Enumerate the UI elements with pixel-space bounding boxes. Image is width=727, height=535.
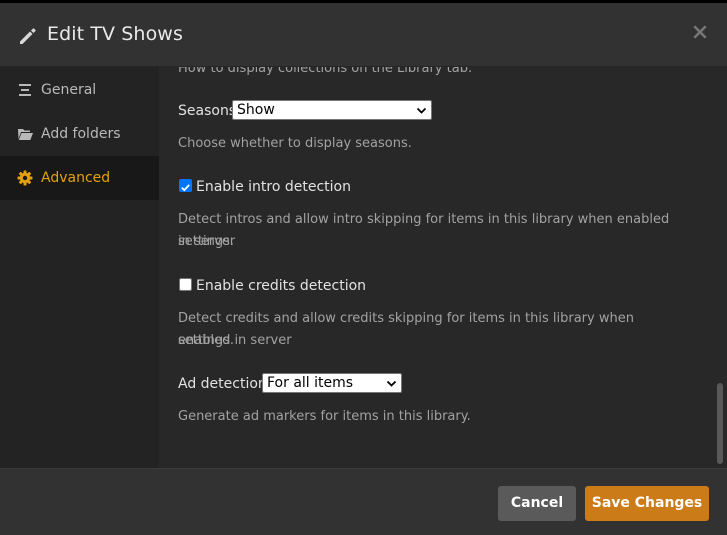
- sidebar-item-advanced[interactable]: Advanced: [0, 156, 159, 200]
- chevron-down-icon: [416, 107, 427, 114]
- sidebar-item-label: General: [41, 82, 97, 98]
- ad-detection-select-value: For all items: [267, 375, 354, 391]
- credits-detection-label[interactable]: Enable credits detection: [196, 278, 366, 294]
- dialog-header: Edit TV Shows: [0, 3, 727, 67]
- intro-detection-checkbox[interactable]: [179, 179, 192, 192]
- close-icon[interactable]: [691, 23, 709, 41]
- folder-icon: [18, 129, 33, 140]
- advanced-settings-panel: How to display collections on the Librar…: [159, 67, 727, 468]
- ad-detection-label: Ad detection: [178, 376, 267, 392]
- edit-library-dialog: Edit TV Shows General Add folders Advanc…: [0, 0, 727, 535]
- sidebar-item-add-folders[interactable]: Add folders: [0, 112, 159, 156]
- seasons-label: Seasons: [178, 103, 237, 119]
- pencil-icon: [20, 28, 36, 44]
- collections-help-text: How to display collections on the Librar…: [178, 67, 473, 76]
- dialog-title: Edit TV Shows: [47, 23, 183, 45]
- ad-detection-select[interactable]: For all items: [262, 373, 402, 393]
- seasons-help-text: Choose whether to display seasons.: [178, 136, 412, 151]
- sidebar: General Add folders Advanced: [0, 67, 159, 468]
- credits-detection-help-line2: settings.: [178, 333, 234, 348]
- ad-detection-help-text: Generate ad markers for items in this li…: [178, 409, 471, 424]
- sidebar-item-label: Add folders: [41, 126, 121, 142]
- credits-detection-checkbox[interactable]: [179, 278, 192, 291]
- sidebar-item-general[interactable]: General: [0, 68, 159, 112]
- gear-icon: [17, 170, 33, 186]
- chevron-down-icon: [386, 380, 397, 387]
- cancel-button[interactable]: Cancel: [498, 486, 576, 521]
- save-changes-button[interactable]: Save Changes: [585, 486, 709, 521]
- seasons-select-value: Show: [237, 102, 275, 118]
- checkmark-icon: [181, 184, 190, 192]
- dialog-footer: Cancel Save Changes: [0, 468, 727, 535]
- seasons-select[interactable]: Show: [232, 100, 432, 120]
- scrollbar-thumb[interactable]: [717, 383, 723, 464]
- intro-detection-help-line2: settings.: [178, 234, 234, 249]
- sidebar-item-label: Advanced: [41, 170, 111, 186]
- intro-detection-label[interactable]: Enable intro detection: [196, 179, 351, 195]
- list-icon: [19, 84, 31, 96]
